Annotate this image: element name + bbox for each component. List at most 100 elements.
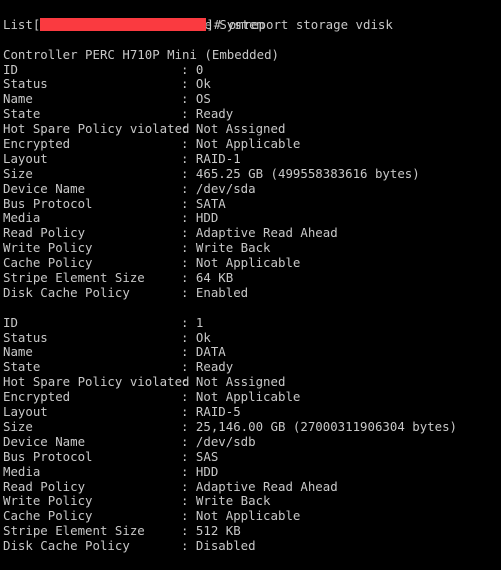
vdisk-field-row: Layout: RAID-1 [3,150,501,167]
prompt-open-bracket: [ [32,16,41,32]
vdisk-field-value: DATA [195,344,226,360]
terminal-window[interactable]: []# omreport storage vdisk List of Virtu… [0,0,501,570]
field-separator-colon: : [181,374,196,390]
field-separator-colon: : [181,359,196,375]
shell-prompt-line: [ ]# omreport storage vdisk [3,3,501,32]
field-separator-colon: : [181,463,196,479]
blank-line-separator [3,301,501,316]
vdisk-field-key: Disk Cache Policy [3,284,130,300]
vdisk-field-key: Write Policy [3,240,93,256]
vdisk-field-value: Not Applicable [195,508,301,524]
vdisk-field-value: 465.25 GB (499558383616 bytes) [195,165,420,181]
field-separator-colon: : [181,478,196,494]
vdisk-field-key: Device Name [3,433,86,449]
field-separator-colon: : [181,121,196,137]
field-separator-colon: : [181,508,196,524]
field-separator-colon: : [181,210,196,226]
vdisk-field-row: Cache Policy: Not Applicable [3,255,501,271]
vdisk-field-row: Size: 465.25 GB (499558383616 bytes) [3,165,501,182]
field-separator-colon: : [181,493,196,509]
vdisk-field-row: State: Ready [3,106,501,122]
vdisk-field-value: 512 KB [195,523,241,539]
vdisk-field-row: Encrypted: Not Applicable [3,389,501,405]
field-separator-colon: : [181,76,196,92]
field-separator-colon: : [181,106,196,122]
vdisk-field-value: RAID-1 [195,150,241,166]
field-separator-colon: : [181,523,196,539]
vdisk-field-value: Ok [195,329,211,345]
vdisk-field-key: Hot Spare Policy violated [3,374,190,390]
vdisk-field-key: State [3,359,41,375]
vdisk-field-value: Ok [195,76,211,92]
field-separator-colon: : [181,344,196,360]
vdisk-field-key: Stripe Element Size [3,270,145,286]
vdisk-field-row: Disk Cache Policy: Disabled [3,538,501,554]
vdisk-field-row: Device Name: /dev/sdb [3,433,501,450]
field-separator-colon: : [181,136,196,152]
field-separator-colon: : [181,61,196,77]
vdisk-field-row: Device Name: /dev/sda [3,180,501,197]
vdisk-field-key: ID [3,61,18,77]
vdisk-field-row: ID: 0 [3,61,501,78]
vdisk-field-row: Hot Spare Policy violated: Not Assigned [3,374,501,390]
vdisk-field-value: Ready [195,106,234,122]
vdisk-field-row: Write Policy: Write Back [3,493,501,509]
vdisk-field-row: Media: HDD [3,463,501,480]
vdisk-field-key: Layout [3,150,48,166]
vdisk-field-value: Not Applicable [195,255,301,271]
vdisk-field-value: 25,146.00 GB (27000311906304 bytes) [195,418,458,434]
vdisk-field-key: Disk Cache Policy [3,538,130,554]
vdisk-field-value: Not Assigned [195,374,286,390]
field-separator-colon: : [181,448,196,464]
vdisk-field-key: Read Policy [3,225,86,241]
vdisk-field-value: Not Assigned [195,121,286,137]
vdisk-field-key: Status [3,329,48,345]
vdisk-field-row: Bus Protocol: SATA [3,195,501,212]
vdisk-field-key: Cache Policy [3,508,93,524]
vdisk-field-value: HDD [195,463,219,479]
vdisk-field-value: Ready [195,359,234,375]
vdisk-field-key: Read Policy [3,478,86,494]
vdisk-field-value: HDD [195,210,219,226]
vdisk-field-key: Name [3,91,33,107]
vdisk-field-value: /dev/sda [195,180,256,196]
vdisk-field-value: Adaptive Read Ahead [195,225,338,241]
vdisk-field-key: Size [3,418,33,434]
vdisk-field-key: Encrypted [3,136,71,152]
vdisk-field-key: Layout [3,404,48,420]
field-separator-colon: : [181,433,196,449]
vdisk-field-value: RAID-5 [195,404,241,420]
vdisk-field-value: Not Applicable [195,389,301,405]
vdisk-field-row: Stripe Element Size: 64 KB [3,270,501,286]
field-separator-colon: : [181,418,196,434]
field-separator-colon: : [181,195,196,211]
field-separator-colon: : [181,404,196,420]
vdisk-field-key: ID [3,314,18,330]
vdisk-field-row: Name: DATA [3,345,501,360]
vdisk-field-row: Layout: RAID-5 [3,404,501,420]
vdisk-field-row: ID: 1 [3,314,501,331]
field-separator-colon: : [181,284,196,300]
vdisk-field-key: State [3,106,41,122]
vdisk-field-value: SATA [195,195,226,211]
vdisk-field-key: Hot Spare Policy violated [3,121,190,137]
field-separator-colon: : [181,255,196,271]
field-separator-colon: : [181,314,196,330]
prompt-close-bracket: ]# [206,16,229,32]
vdisk-field-row: Size: 25,146.00 GB (27000311906304 bytes… [3,418,501,435]
vdisk-field-key: Write Policy [3,493,93,509]
vdisk-field-value: 0 [195,61,204,77]
vdisk-field-value: Write Back [195,493,271,509]
command-text: omreport storage vdisk [228,16,393,32]
vdisk-field-row: Disk Cache Policy: Enabled [3,284,501,301]
vdisk-field-key: Stripe Element Size [3,523,145,539]
vdisk-field-row: Read Policy: Adaptive Read Ahead [3,478,501,495]
vdisk-field-row: Cache Policy: Not Applicable [3,508,501,524]
vdisk-field-value: SAS [195,448,219,464]
vdisk-field-row: Write Policy: Write Back [3,240,501,256]
vdisk-list: ID: 0 Status: Ok Name: OS State: Ready Hot S… [3,61,501,554]
vdisk-field-key: Size [3,165,33,181]
vdisk-field-key: Encrypted [3,389,71,405]
field-separator-colon: : [181,150,196,166]
